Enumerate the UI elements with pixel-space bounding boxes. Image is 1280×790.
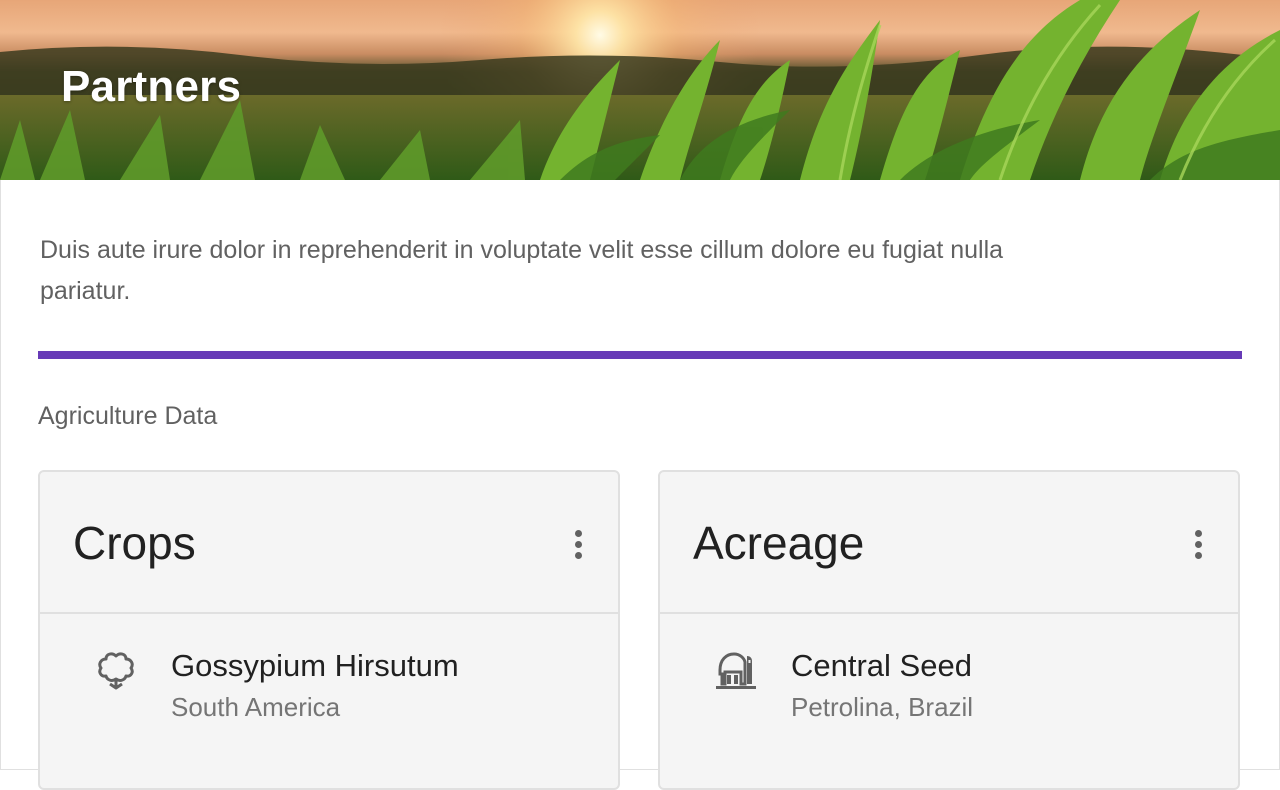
list-item[interactable]: Gossypium Hirsutum South America (40, 614, 618, 734)
page-title: Partners (61, 62, 242, 111)
section-label: Agriculture Data (38, 402, 218, 430)
item-subtitle: Petrolina, Brazil (791, 692, 974, 722)
more-vert-icon[interactable] (1184, 524, 1212, 564)
accent-divider (38, 351, 1242, 359)
card-title: Crops (73, 517, 196, 569)
card-header: Crops (40, 472, 618, 614)
acreage-card: Acreage Central Seed Petrolina, Brazil (658, 470, 1240, 790)
card-title: Acreage (693, 517, 865, 569)
item-subtitle: South America (171, 692, 341, 722)
intro-text: Duis aute irure dolor in reprehenderit i… (40, 236, 1004, 305)
hero-banner: Partners (0, 0, 1280, 180)
card-header: Acreage (660, 472, 1238, 614)
list-item[interactable]: Central Seed Petrolina, Brazil (660, 614, 1238, 734)
cotton-icon (98, 652, 134, 690)
item-title: Gossypium Hirsutum (171, 648, 459, 683)
more-vert-icon[interactable] (564, 524, 592, 564)
item-title: Central Seed (791, 648, 972, 683)
barn-icon (716, 652, 756, 689)
crops-card: Crops Gossypium Hirsutum South America (38, 470, 620, 790)
